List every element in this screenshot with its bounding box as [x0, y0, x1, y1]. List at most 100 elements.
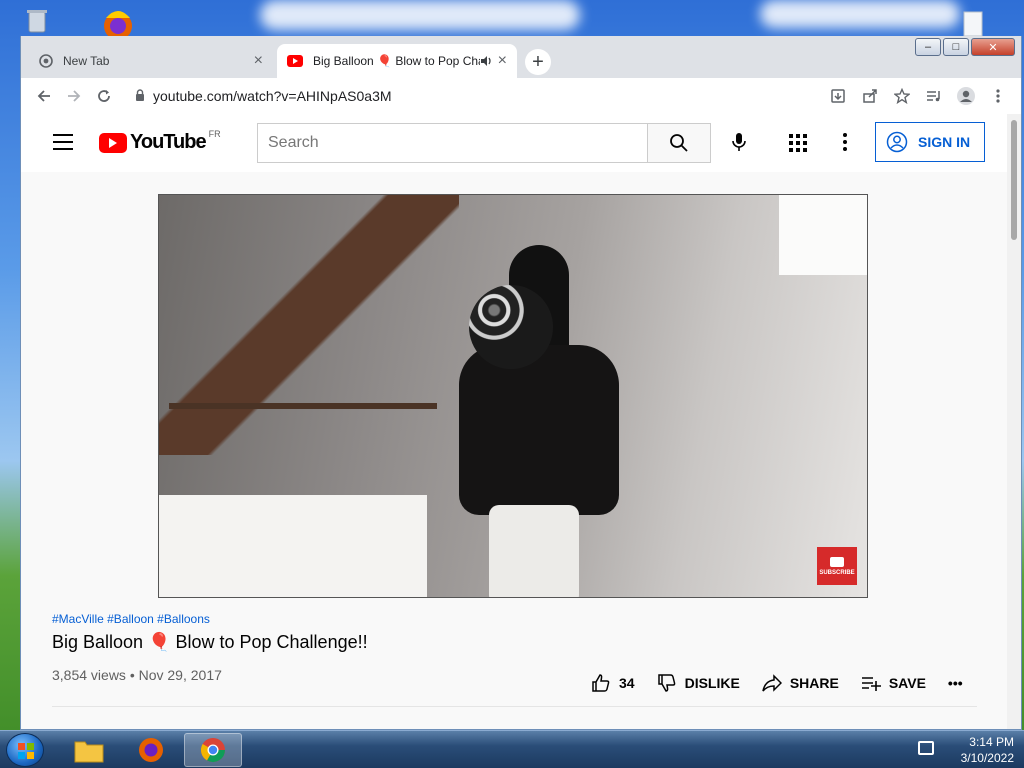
new-tab-button[interactable]: +	[525, 49, 551, 75]
profile-icon	[957, 87, 975, 105]
reload-icon	[98, 90, 110, 102]
apps-grid-icon[interactable]	[789, 134, 807, 152]
subscribe-watermark-label: SUBSCRIBE	[819, 569, 855, 576]
video-frame-lamp	[779, 195, 867, 275]
star-icon	[894, 88, 910, 104]
maximize-button[interactable]: □	[943, 38, 969, 56]
tab-title: Big Balloon 🎈 Blow to Pop Challenge!!	[313, 54, 480, 68]
save-label: SAVE	[888, 675, 926, 691]
search-icon	[670, 134, 688, 152]
tab-close-icon[interactable]: ×	[498, 52, 507, 70]
voice-search-button[interactable]	[727, 130, 751, 154]
like-count: 34	[619, 675, 635, 691]
video-hashtags[interactable]: #MacVille #Balloon #Balloons	[52, 612, 982, 626]
desktop-cloud	[760, 0, 960, 28]
share-page-button[interactable]	[855, 81, 885, 111]
sign-in-button[interactable]: SIGN IN	[875, 122, 985, 162]
back-button[interactable]	[29, 81, 59, 111]
youtube-logo[interactable]: YouTube FR	[99, 128, 221, 154]
chrome-icon	[200, 738, 225, 763]
video-frame-counter	[159, 495, 427, 597]
tab-youtube-video[interactable]: Big Balloon 🎈 Blow to Pop Challenge!! ×	[277, 44, 517, 78]
recycle-bin-icon[interactable]	[22, 6, 52, 36]
toolbar-actions	[823, 81, 1013, 111]
playlist-add-icon	[861, 677, 881, 691]
tab-new-tab[interactable]: New Tab ×	[29, 44, 273, 78]
taskbar-firefox[interactable]	[122, 733, 180, 767]
share-label: SHARE	[789, 675, 839, 691]
video-frame-staircase	[159, 195, 459, 455]
desktop-cloud	[260, 0, 580, 30]
tab-strip: New Tab × Big Balloon 🎈 Blow to Pop Chal…	[21, 36, 1021, 78]
account-icon	[886, 131, 908, 153]
save-button[interactable]: SAVE	[861, 673, 926, 693]
share-icon	[863, 89, 877, 103]
folder-icon	[74, 741, 104, 763]
system-clock[interactable]: 3:14 PM 3/10/2022	[961, 734, 1014, 766]
video-actions: 34 DISLIKE SHARE SAVE •••	[591, 673, 985, 693]
microphone-icon	[732, 133, 746, 151]
video-title: Big Balloon 🎈 Blow to Pop Challenge!!	[52, 632, 368, 652]
window-controls: – □ ✕	[915, 38, 1015, 56]
balloon-graphic	[469, 285, 553, 369]
youtube-wordmark: YouTube	[130, 131, 207, 153]
audio-playing-icon[interactable]	[480, 55, 494, 67]
profile-button[interactable]	[951, 81, 981, 111]
taskbar-explorer[interactable]	[60, 733, 118, 767]
youtube-play-icon	[99, 132, 127, 153]
youtube-favicon-icon	[287, 55, 303, 67]
youtube-page: YouTube FR Search SIGN IN SUBSCRIBE #Mac…	[21, 114, 1021, 729]
close-window-button[interactable]: ✕	[971, 38, 1015, 56]
kebab-menu-icon	[996, 89, 1000, 103]
url-text: youtube.com/watch?v=AHINpAS0a3M	[153, 88, 392, 104]
media-control-button[interactable]	[919, 81, 949, 111]
share-button[interactable]: SHARE	[762, 673, 839, 693]
video-frame-person	[449, 245, 629, 597]
firefox-desktop-icon[interactable]	[96, 6, 140, 40]
install-icon	[831, 89, 845, 103]
more-actions-icon: •••	[947, 675, 963, 691]
youtube-header: YouTube FR Search SIGN IN	[21, 114, 1021, 172]
tab-close-icon[interactable]: ×	[254, 52, 263, 70]
clock-time: 3:14 PM	[969, 735, 1014, 749]
start-button[interactable]	[6, 733, 44, 767]
dislike-button[interactable]: DISLIKE	[657, 673, 740, 693]
video-frame-railing	[169, 403, 437, 409]
taskbar-chrome[interactable]	[184, 733, 242, 767]
minimize-button[interactable]: –	[915, 38, 941, 56]
chrome-tab-icon	[39, 54, 53, 68]
dislike-label: DISLIKE	[684, 675, 740, 691]
forward-button[interactable]	[59, 81, 89, 111]
subscribe-watermark[interactable]: SUBSCRIBE	[817, 547, 857, 585]
taskbar: 3:14 PM 3/10/2022	[0, 730, 1024, 768]
tab-title: New Tab	[63, 54, 110, 68]
divider	[52, 706, 977, 707]
desktop-file-icon[interactable]	[958, 10, 988, 38]
settings-menu-icon[interactable]	[843, 133, 847, 154]
arrow-left-icon	[37, 90, 50, 102]
firefox-icon	[139, 738, 163, 762]
lock-icon	[135, 88, 145, 104]
video-player[interactable]: SUBSCRIBE	[158, 194, 868, 598]
network-icon[interactable]	[918, 741, 934, 755]
browser-toolbar: youtube.com/watch?v=AHINpAS0a3M	[21, 78, 1021, 114]
arrow-right-icon	[68, 90, 81, 102]
windows-logo-icon	[18, 743, 34, 759]
chrome-menu-button[interactable]	[983, 81, 1013, 111]
install-app-button[interactable]	[823, 81, 853, 111]
address-bar[interactable]: youtube.com/watch?v=AHINpAS0a3M	[135, 82, 825, 110]
bookmark-button[interactable]	[887, 81, 917, 111]
thumbs-up-icon	[592, 674, 610, 692]
search-button[interactable]	[647, 123, 711, 163]
thumbs-down-icon	[657, 674, 675, 692]
hamburger-menu-icon[interactable]	[53, 134, 73, 155]
search-input[interactable]: Search	[257, 123, 647, 163]
more-actions-button[interactable]: •••	[948, 675, 963, 691]
like-button[interactable]: 34	[591, 673, 635, 693]
clock-date: 3/10/2022	[960, 751, 1014, 765]
playlist-icon	[927, 91, 940, 102]
page-scrollbar[interactable]	[1007, 114, 1021, 729]
sign-in-label: SIGN IN	[918, 134, 971, 150]
region-code: FR	[208, 128, 221, 139]
reload-button[interactable]	[89, 81, 119, 111]
